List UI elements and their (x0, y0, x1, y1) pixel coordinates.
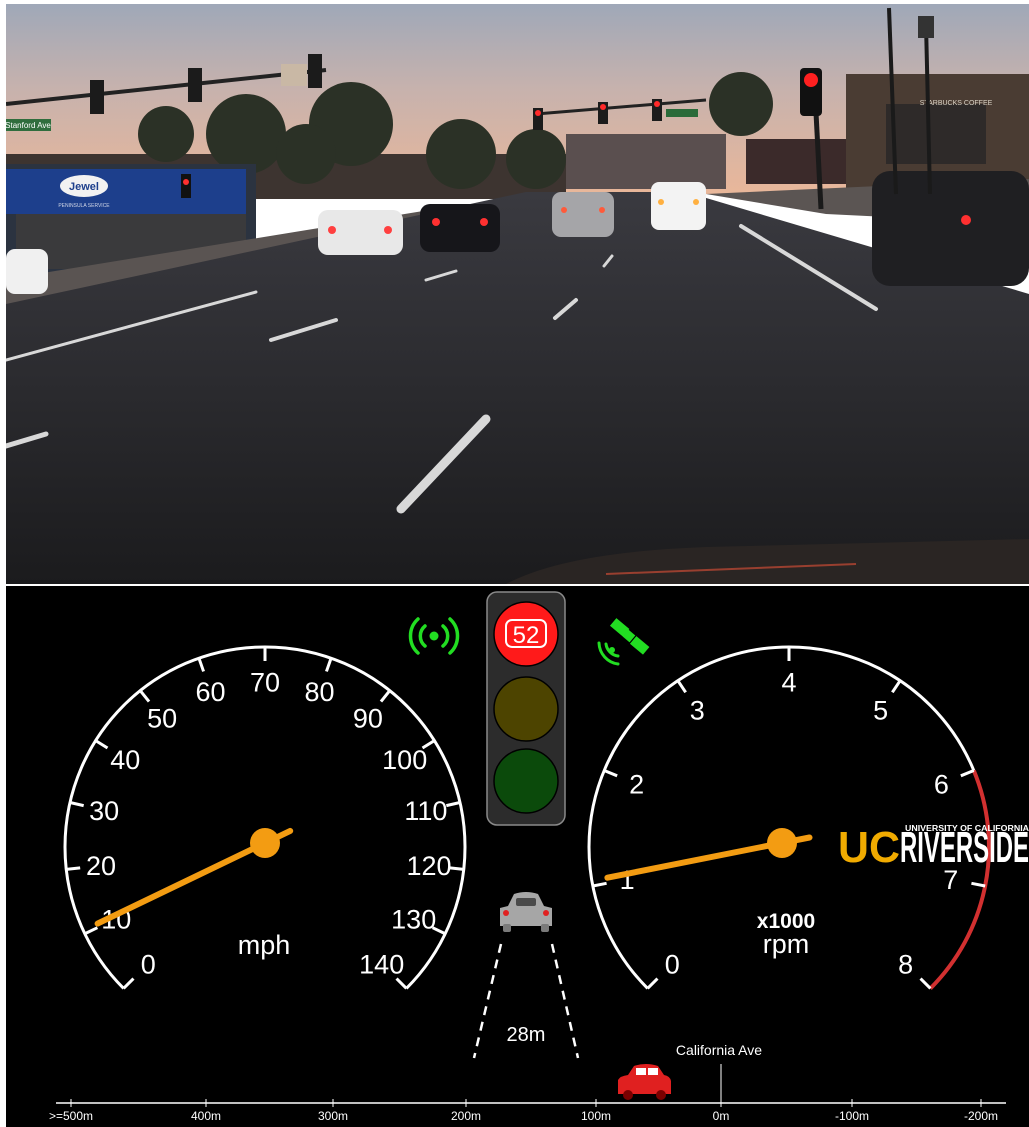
rpm-tick-label: 4 (781, 668, 796, 698)
rpm-tick (603, 769, 618, 778)
traffic-light-green (493, 748, 559, 814)
speed-tick-label: 140 (359, 949, 404, 979)
lane-right (550, 943, 580, 1059)
speed-tick (449, 866, 464, 871)
rpm-tick (891, 679, 902, 694)
rpm-tick (960, 769, 975, 778)
speed-tick (122, 977, 135, 990)
speed-tick-label: 60 (195, 677, 225, 707)
speed-tick-label: 20 (86, 851, 116, 881)
rpm-tick (676, 679, 687, 694)
ucr-logo: UC RIVERSIDE UNIVERSITY OF CALIFORNIA (838, 823, 1029, 872)
rpm-tick-label: 6 (934, 770, 949, 800)
rpm-tick (919, 977, 932, 990)
speed-tick (197, 657, 205, 672)
signal-countdown: 52 (513, 622, 540, 649)
speed-tick (325, 657, 333, 672)
speed-needle-hub (250, 828, 280, 858)
rpm-tick (971, 881, 986, 888)
timeline-label: >=500m (49, 1109, 93, 1123)
rpm-tick-label: 2 (629, 770, 644, 800)
store-awning (6, 169, 246, 214)
speed-tick (69, 801, 84, 808)
speed-tick-label: 130 (391, 904, 436, 934)
speed-tick-label: 80 (304, 677, 334, 707)
speed-tick-label: 110 (404, 796, 447, 826)
tachometer-redline (928, 769, 991, 990)
speed-tick-label: 50 (147, 704, 177, 734)
rpm-tick-label: 0 (665, 949, 680, 979)
speed-tick (379, 689, 391, 703)
distant-buildings (566, 134, 726, 189)
rpm-tick (592, 881, 607, 888)
speed-tick-label: 70 (250, 668, 280, 698)
satellite-icon (597, 618, 650, 666)
timeline-label: 300m (318, 1109, 348, 1123)
lead-vehicle-distance: 28m (507, 1024, 546, 1046)
rpm-unit: rpm (763, 929, 810, 959)
car-icon (618, 1064, 671, 1100)
speed-tick-label: 0 (141, 949, 156, 979)
speed-tick (94, 739, 109, 750)
timeline-street-name: California Ave (676, 1042, 762, 1058)
speed-unit: mph (238, 930, 291, 960)
speed-tick-label: 40 (110, 745, 140, 775)
timeline-label: 400m (191, 1109, 221, 1123)
traffic-light: 52 (486, 591, 566, 826)
timeline-label: 100m (581, 1109, 611, 1123)
logo-uc: UC (838, 823, 900, 872)
timeline-label: -100m (835, 1109, 869, 1123)
rpm-tick-label: 1 (620, 865, 635, 895)
speed-tick (66, 866, 81, 871)
rpm-tick-label: 8 (898, 949, 913, 979)
speed-tick-label: 90 (353, 704, 383, 734)
dashboard-hud: 52 0102030405060 70 8090100110120130140 mp… (6, 586, 1029, 1127)
rpm-tick-label: 3 (690, 696, 705, 726)
rpm-needle-hub (767, 828, 797, 858)
wireless-signal-icon (408, 617, 460, 655)
rpm-tick (646, 977, 659, 990)
timeline-label: -200m (964, 1109, 998, 1123)
timeline-label: 0m (713, 1109, 730, 1123)
distance-timeline: California Ave >=500m 400m 300m 200m 100m 0m -… (49, 1042, 1006, 1123)
car-icon (500, 892, 552, 932)
logo-tagline: UNIVERSITY OF CALIFORNIA (905, 824, 1029, 833)
traffic-light-yellow (493, 676, 559, 742)
store-logo: Jewel (69, 181, 99, 193)
speed-tick (395, 977, 408, 990)
store-subtitle: PENINSULA SERVICE (58, 203, 110, 209)
rpm-tick-label: 5 (873, 696, 888, 726)
speed-tick (139, 689, 151, 703)
speed-tick-label: 120 (406, 851, 451, 881)
speedometer: 0102030405060 70 8090100110120130140 mph (63, 645, 467, 990)
tachometer: 012345678 x1000 rpm (587, 645, 991, 990)
speed-tick (84, 926, 99, 936)
speed-tick (446, 801, 461, 808)
front-camera-view: Jewel PENINSULA SERVICE STARBUCKS COFFEE (6, 4, 1029, 584)
street-sign-text: Stanford Ave (6, 121, 51, 130)
cafe-sign: STARBUCKS COFFEE (920, 100, 993, 107)
timeline-label: 200m (451, 1109, 481, 1123)
speed-tick-label: 100 (382, 745, 427, 775)
lead-vehicle-indicator: 28m (472, 892, 580, 1059)
speed-tick-label: 30 (89, 796, 119, 826)
lane-left (472, 943, 503, 1059)
